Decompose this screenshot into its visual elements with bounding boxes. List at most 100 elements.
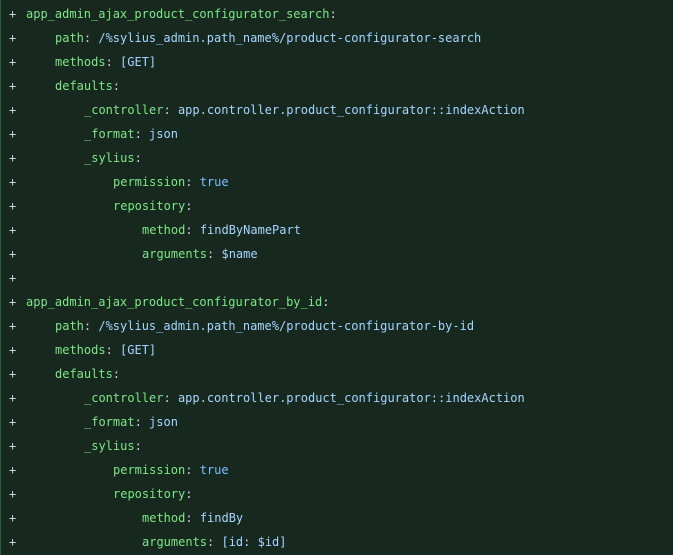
yaml-separator: : (185, 199, 193, 213)
diff-line: + defaults: (1, 362, 673, 386)
added-line-marker: + (9, 319, 17, 333)
yaml-key: arguments (142, 247, 208, 261)
yaml-separator: : (322, 295, 330, 309)
yaml-key: _sylius (84, 151, 135, 165)
yaml-key: methods (55, 55, 106, 69)
added-line-marker: + (9, 79, 17, 93)
yaml-separator: : (163, 391, 178, 405)
yaml-key: defaults (55, 367, 113, 381)
yaml-key: method (142, 223, 186, 237)
yaml-value: findBy (199, 511, 244, 525)
yaml-separator: : (185, 463, 200, 477)
code-content: permission: true (26, 170, 229, 194)
yaml-separator: : (207, 247, 222, 261)
code-content: _controller: app.controller.product_conf… (26, 98, 525, 122)
added-line-marker: + (9, 223, 17, 237)
added-line-marker: + (9, 175, 17, 189)
diff-line: + methods: [GET] (1, 50, 673, 74)
diff-line: + path: /%sylius_admin.path_name%/product… (1, 26, 673, 50)
added-line-marker: + (9, 247, 17, 261)
yaml-value: [id: $id] (221, 535, 287, 549)
diff-line: + defaults: (1, 74, 673, 98)
diff-line: + _format: json (1, 410, 673, 434)
added-line-marker: + (9, 439, 17, 453)
added-line-marker: + (9, 343, 17, 357)
code-content: arguments: $name (26, 242, 258, 266)
yaml-key: method (142, 511, 186, 525)
yaml-value: /%sylius_admin.path_name%/product-config… (98, 31, 482, 45)
yaml-key: arguments (142, 535, 208, 549)
yaml-separator: : (134, 151, 142, 165)
yaml-value: [GET] (120, 343, 157, 357)
yaml-separator: : (105, 343, 121, 357)
diff-line: + arguments: [id: $id] (1, 530, 673, 554)
code-content: methods: [GET] (26, 50, 156, 74)
diff-line: + arguments: $name (1, 242, 673, 266)
yaml-key: _format (84, 415, 135, 429)
yaml-key: repository (113, 487, 186, 501)
diff-line: + permission: true (1, 170, 673, 194)
added-line-marker: + (9, 463, 17, 477)
code-content: _sylius: (26, 434, 142, 458)
code-content: arguments: [id: $id] (26, 530, 287, 554)
code-content: app_admin_ajax_product_configurator_sear… (26, 2, 337, 26)
added-line-marker: + (9, 31, 17, 45)
yaml-separator: : (207, 535, 222, 549)
yaml-key: defaults (55, 79, 113, 93)
added-line-marker: + (9, 55, 17, 69)
yaml-value: app.controller.product_configurator::ind… (177, 103, 525, 117)
yaml-separator: : (134, 439, 142, 453)
yaml-key: permission (113, 175, 186, 189)
yaml-key: path (55, 31, 84, 45)
added-line-marker: + (9, 535, 17, 549)
yaml-separator: : (329, 7, 337, 21)
diff-line: + _sylius: (1, 146, 673, 170)
code-content: repository: (26, 194, 192, 218)
added-line-marker: + (9, 295, 17, 309)
diff-line: + repository: (1, 194, 673, 218)
yaml-value: true (199, 463, 229, 477)
diff-line: + _format: json (1, 122, 673, 146)
yaml-value: true (199, 175, 229, 189)
yaml-key: _controller (84, 391, 164, 405)
yaml-value: json (149, 415, 178, 429)
added-line-marker: + (9, 271, 17, 285)
yaml-key: path (55, 319, 84, 333)
code-content: path: /%sylius_admin.path_name%/product-… (26, 314, 474, 338)
code-content: _format: json (26, 410, 178, 434)
yaml-separator: : (134, 127, 150, 141)
diff-line: + app_admin_ajax_product_configurator_by_… (1, 290, 673, 314)
yaml-separator: : (112, 367, 121, 381)
diff-line: + _controller: app.controller.product_con… (1, 98, 673, 122)
diff-line: + repository: (1, 482, 673, 506)
yaml-value: findByNamePart (199, 223, 301, 237)
yaml-separator: : (185, 511, 200, 525)
yaml-separator: : (105, 55, 121, 69)
code-content: methods: [GET] (26, 338, 156, 362)
yaml-value: [GET] (120, 55, 157, 69)
diff-line: + permission: true (1, 458, 673, 482)
added-line-marker: + (9, 487, 17, 501)
yaml-key: repository (113, 199, 186, 213)
yaml-key: _format (84, 127, 135, 141)
added-line-marker: + (9, 199, 17, 213)
code-content: method: findByNamePart (26, 218, 301, 242)
code-content: permission: true (26, 458, 229, 482)
added-line-marker: + (9, 7, 17, 21)
added-line-marker: + (9, 415, 17, 429)
code-content: _format: json (26, 122, 178, 146)
yaml-value: json (149, 127, 178, 141)
code-content: path: /%sylius_admin.path_name%/product-… (26, 26, 481, 50)
code-content: repository: (26, 482, 192, 506)
diff-line: + method: findBy (1, 506, 673, 530)
yaml-value: $name (221, 247, 258, 261)
yaml-key: app_admin_ajax_product_configurator_by_i… (26, 295, 323, 309)
yaml-separator: : (112, 79, 121, 93)
diff-line: + methods: [GET] (1, 338, 673, 362)
yaml-separator: : (163, 103, 178, 117)
yaml-separator: : (185, 175, 200, 189)
yaml-separator: : (185, 223, 200, 237)
code-content: _sylius: (26, 146, 142, 170)
added-line-marker: + (9, 367, 17, 381)
yaml-value: app.controller.product_configurator::ind… (177, 391, 525, 405)
